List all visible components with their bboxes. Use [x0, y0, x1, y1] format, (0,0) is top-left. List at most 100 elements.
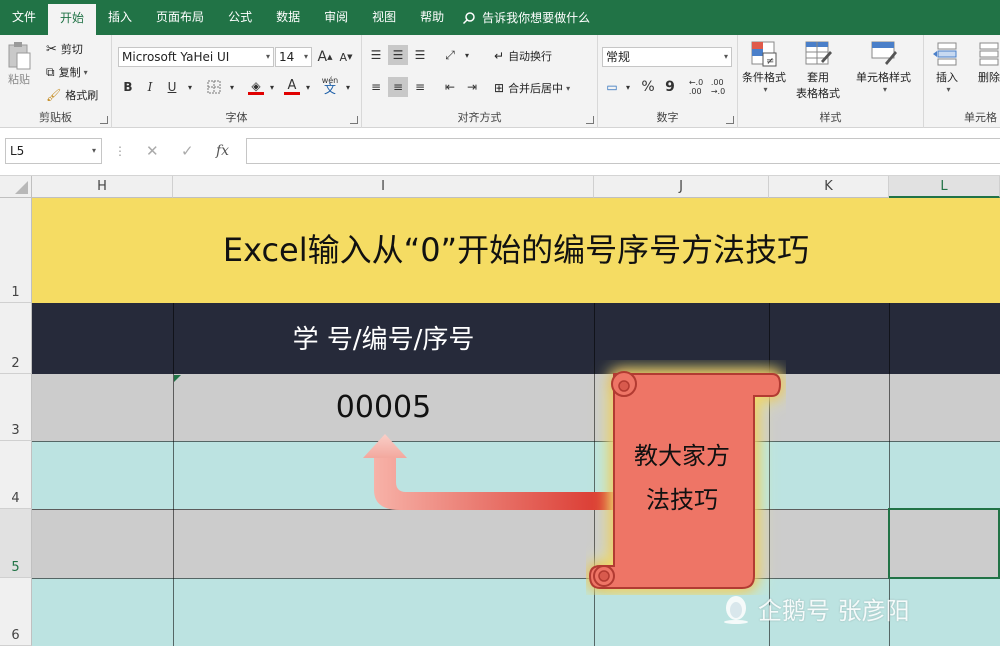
chevron-down-icon[interactable]: ▾ — [180, 77, 200, 97]
styles-group: ≠ 条件格式 ▾ 套用 表格格式 单元格样式 ▾ 样式 — [738, 35, 924, 128]
decrease-decimal-icon[interactable]: .00 →.0 — [708, 77, 728, 97]
underline-label: U — [167, 80, 177, 94]
row-header-1[interactable]: 1 — [0, 198, 32, 303]
cancel-icon[interactable]: ✕ — [146, 138, 159, 164]
penguin-logo-icon — [724, 595, 748, 624]
column-header-l[interactable]: L — [889, 176, 1000, 198]
formula-input[interactable] — [246, 138, 1000, 164]
row-number: 5 — [11, 560, 20, 575]
copy-button[interactable]: ⧉ 复制 ▾ — [46, 64, 88, 80]
align-top-icon[interactable]: ☰ — [366, 45, 386, 65]
clipboard-group-label: 剪贴板 — [39, 111, 72, 124]
tab-file[interactable]: 文件 — [0, 0, 48, 35]
number-format-value: 常规 — [606, 50, 631, 64]
font-size-value: 14 — [279, 50, 295, 64]
shrink-font-button[interactable]: A ▼ — [336, 47, 356, 67]
chevron-down-icon[interactable]: ▾ — [618, 77, 638, 97]
wrap-text-button[interactable]: ↵ 自动换行 — [494, 48, 552, 64]
dialog-launcher-icon[interactable] — [350, 116, 358, 124]
align-bottom-icon[interactable]: ☰ — [410, 45, 430, 65]
tab-insert[interactable]: 插入 — [96, 0, 144, 35]
delete-cells-button[interactable]: 删除 — [974, 39, 1000, 85]
paste-label: 粘贴 — [8, 73, 30, 86]
callout-line-1: 教大家方 — [634, 442, 730, 470]
insert-cells-button[interactable]: 插入 ▾ — [932, 39, 962, 94]
name-box[interactable]: L5 ▾ — [5, 138, 102, 164]
copy-label: 复制 — [58, 66, 81, 79]
callout-line-2: 法技巧 — [646, 486, 718, 514]
conditional-formatting-label: 条件格式 — [742, 71, 786, 84]
chevron-down-icon[interactable]: ▾ — [457, 45, 477, 65]
phonetic-button[interactable]: wén 文 — [320, 75, 340, 95]
select-all-button[interactable] — [0, 176, 32, 198]
chevron-down-icon[interactable]: ▾ — [338, 77, 358, 97]
align-left-icon[interactable]: ≡ — [366, 77, 386, 97]
tab-review[interactable]: 审阅 — [312, 0, 360, 35]
cut-button[interactable]: ✂ 剪切 — [46, 41, 83, 57]
enter-icon[interactable]: ✓ — [181, 138, 194, 164]
percent-button[interactable]: % — [638, 77, 658, 97]
tell-me-search[interactable]: 告诉我你想要做什么 — [462, 9, 590, 26]
chevron-down-icon: ▾ — [763, 85, 768, 94]
increase-decimal-icon[interactable]: ←.0.00 — [686, 77, 706, 97]
row-header-4[interactable]: 4 — [0, 441, 32, 509]
column-header-h[interactable]: H — [32, 176, 173, 198]
conditional-formatting-button[interactable]: ≠ 条件格式 ▾ — [742, 39, 786, 94]
cell-styles-button[interactable]: 单元格样式 ▾ — [856, 39, 911, 94]
underline-button[interactable]: U — [162, 77, 182, 97]
increase-indent-icon[interactable]: ⇥ — [462, 77, 482, 97]
format-painter-label: 格式刷 — [65, 89, 99, 102]
grow-font-button[interactable]: A ▲ — [315, 47, 335, 67]
tab-view[interactable]: 视图 — [360, 0, 408, 35]
row-header-3[interactable]: 3 — [0, 374, 32, 441]
italic-button[interactable]: I — [140, 77, 160, 97]
font-group-label: 字体 — [225, 111, 248, 124]
tab-help[interactable]: 帮助 — [408, 0, 456, 35]
chevron-down-icon[interactable]: ▾ — [222, 77, 242, 97]
row-header-5[interactable]: 5 — [0, 509, 32, 578]
merge-center-button[interactable]: ⊞ 合并后居中 ▾ — [494, 80, 570, 96]
format-as-table-button[interactable]: 套用 表格格式 — [796, 39, 840, 101]
align-center-icon[interactable]: ≡ — [388, 77, 408, 97]
bold-button[interactable]: B — [118, 77, 138, 97]
shrink-font-label: A — [339, 50, 348, 64]
number-format-select[interactable]: 常规 ▾ — [602, 47, 732, 67]
merge-center-label: 合并后居中 — [508, 82, 564, 95]
tab-page-layout[interactable]: 页面布局 — [144, 0, 216, 35]
dialog-launcher-icon[interactable] — [100, 116, 108, 124]
borders-icon[interactable] — [204, 77, 224, 97]
dialog-launcher-icon[interactable] — [586, 116, 594, 124]
insert-function-icon[interactable]: fx — [216, 138, 229, 164]
tab-formulas[interactable]: 公式 — [216, 0, 264, 35]
decrease-indent-icon[interactable]: ⇤ — [440, 77, 460, 97]
select-all-triangle-icon — [15, 181, 28, 194]
chevron-down-icon[interactable]: ▾ — [262, 77, 282, 97]
watermark: 企鹅号 张彦阳 — [722, 591, 910, 626]
format-painter-button[interactable]: 🖌 格式刷 — [46, 87, 98, 103]
dialog-launcher-icon[interactable] — [726, 116, 734, 124]
column-header-k[interactable]: K — [769, 176, 889, 198]
selected-cell-l5[interactable] — [888, 508, 1000, 579]
percent-label: % — [641, 79, 655, 95]
tab-home[interactable]: 开始 — [48, 4, 97, 35]
chevron-down-icon[interactable]: ▾ — [298, 77, 318, 97]
wrap-text-icon: ↵ — [494, 49, 505, 63]
paste-button[interactable]: 粘贴 — [6, 41, 32, 87]
font-size-select[interactable]: 14 ▾ — [275, 47, 312, 67]
tab-data[interactable]: 数据 — [264, 0, 312, 35]
styles-group-label: 样式 — [819, 111, 842, 124]
font-name-select[interactable]: Microsoft YaHei UI ▾ — [118, 47, 274, 67]
font-color-icon: A — [287, 78, 297, 93]
column-header-i[interactable]: I — [173, 176, 594, 198]
lightbulb-icon — [463, 11, 475, 24]
tell-me-label: 告诉我你想要做什么 — [482, 11, 591, 25]
comma-style-button[interactable]: 9 — [660, 77, 680, 97]
cells-group: 插入 ▾ 删除 单元格 — [924, 35, 1000, 128]
paste-icon — [8, 42, 31, 70]
align-right-icon[interactable]: ≡ — [410, 77, 430, 97]
row-header-6[interactable]: 6 — [0, 578, 32, 646]
row-header-2[interactable]: 2 — [0, 303, 32, 374]
align-middle-icon[interactable]: ☰ — [388, 45, 408, 65]
font-name-value: Microsoft YaHei UI — [122, 50, 230, 64]
column-header-j[interactable]: J — [594, 176, 769, 198]
